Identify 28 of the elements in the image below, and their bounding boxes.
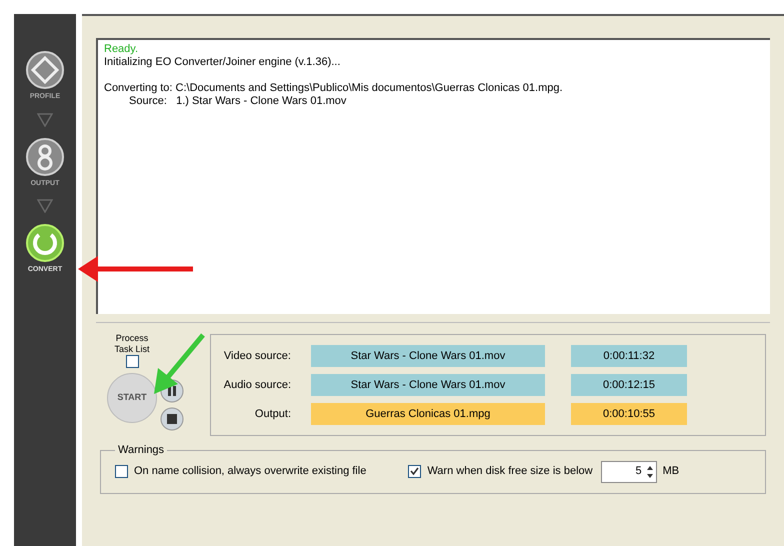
checkbox[interactable] [126,355,138,368]
duration: 0:00:10:55 [571,403,687,425]
refresh-icon [25,223,65,263]
duration: 0:00:12:15 [571,374,687,396]
file-name: Guerras Clonicas 01.mpg [311,403,545,425]
unit-label: MB [662,464,680,480]
duration: 0:00:11:32 [571,345,687,367]
file-label: Output: [254,406,292,422]
file-label: Audio source: [222,378,292,393]
size-spinner[interactable]: 5 [600,460,657,482]
file-name: Star Wars - Clone Wars 01.mov [311,374,545,396]
overwrite-label: On name collision, always overwrite existing file [134,464,366,480]
checkbox[interactable] [115,465,128,478]
disk-warning-label: Warn when disk free size is below [427,464,593,480]
log-line: Converting to: C:\Documents and Settings\Publico\Mis documentos\Guerras Clonicas 01.mpg. [104,81,564,95]
down-triangle-icon [37,112,53,126]
file-label: Video source: [222,348,292,364]
file-name: Star Wars - Clone Wars 01.mov [311,345,545,367]
process-task-list-label: Process Task List [113,333,150,355]
stop-icon[interactable] [160,407,184,431]
down-triangle-icon [37,199,53,213]
log-line: Initializing EO Converter/Joiner engine (v.1.36)... [104,56,342,69]
checkbox[interactable] [408,465,422,478]
warnings-title: Warnings [117,443,166,458]
start-button[interactable]: START [107,373,157,423]
log-line: Source: 1.) Star Wars - Clone Wars 01.mov [128,95,348,108]
log-line: Ready. [104,43,140,56]
figure-eight-icon [25,136,65,176]
